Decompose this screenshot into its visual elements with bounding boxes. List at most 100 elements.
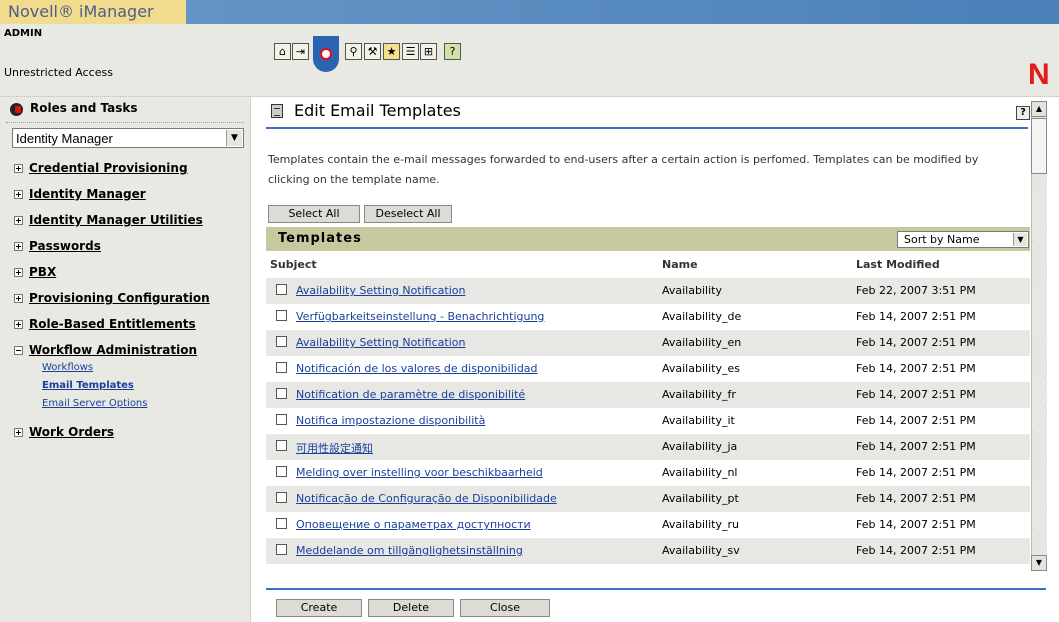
template-modified: Feb 14, 2007 2:51 PM — [856, 414, 976, 427]
template-name: Availability — [662, 284, 722, 297]
hierarchy-icon[interactable]: ⊞ — [420, 43, 437, 60]
table-row: Notificação de Configuração de Disponibi… — [266, 486, 1030, 512]
template-modified: Feb 14, 2007 2:51 PM — [856, 388, 976, 401]
row-checkbox[interactable] — [276, 440, 287, 451]
preferences-icon[interactable]: ☰ — [402, 43, 419, 60]
home-icon[interactable]: ⌂ — [274, 43, 291, 60]
sidebar-category-role-based-entitlements[interactable]: Role-Based Entitlements — [14, 316, 196, 332]
scroll-down-button[interactable]: ▼ — [1031, 555, 1047, 571]
favorites-icon[interactable]: ★ — [383, 43, 400, 60]
exit-icon[interactable]: ⇥ — [292, 43, 309, 60]
template-link[interactable]: 可用性設定通知 — [296, 440, 373, 456]
scrollbar-thumb[interactable] — [1031, 118, 1047, 174]
sidebar-category-identity-manager[interactable]: Identity Manager — [14, 186, 146, 202]
row-checkbox[interactable] — [276, 310, 287, 321]
template-link[interactable]: Notificación de los valores de disponibi… — [296, 362, 538, 375]
delete-button[interactable]: Delete — [368, 599, 454, 617]
configure-icon[interactable]: ⚒ — [364, 43, 381, 60]
sidebar-category-work-orders[interactable]: Work Orders — [14, 424, 114, 440]
expand-icon[interactable] — [14, 189, 23, 199]
intro-line: Templates contain the e-mail messages fo… — [268, 153, 979, 166]
table-row: Availability Setting Notification Availab… — [266, 278, 1030, 304]
select-all-button[interactable]: Select All — [268, 205, 360, 223]
table-row: Notifica impostazione disponibilità Avail… — [266, 408, 1030, 434]
row-checkbox[interactable] — [276, 414, 287, 425]
column-header-last-modified[interactable]: Last Modified — [856, 258, 940, 271]
intro-line: clicking on the template name. — [268, 173, 440, 186]
template-modified: Feb 14, 2007 2:51 PM — [856, 466, 976, 479]
column-header-name[interactable]: Name — [662, 258, 698, 271]
scroll-up-button[interactable]: ▲ — [1031, 101, 1047, 117]
expand-icon[interactable] — [14, 163, 23, 173]
user-name: ADMIN — [4, 28, 43, 39]
sidebar-category-pbx[interactable]: PBX — [14, 264, 56, 280]
table-row: Notification de paramètre de disponibili… — [266, 382, 1030, 408]
template-modified: Feb 22, 2007 3:51 PM — [856, 284, 976, 297]
template-link[interactable]: Оповещение о параметрах доступности — [296, 518, 531, 531]
template-icon — [271, 104, 283, 118]
role-select[interactable]: Identity Manager ▼ — [12, 128, 244, 148]
template-link[interactable]: Notification de paramètre de disponibili… — [296, 388, 525, 401]
sidebar-item-email-templates[interactable]: Email Templates — [42, 380, 134, 391]
template-name: Availability_sv — [662, 544, 740, 557]
sidebar-category-passwords[interactable]: Passwords — [14, 238, 101, 254]
template-link[interactable]: Meddelande om tillgänglighetsinställning — [296, 544, 523, 557]
close-button[interactable]: Close — [460, 599, 550, 617]
row-checkbox[interactable] — [276, 284, 287, 295]
template-link[interactable]: Availability Setting Notification — [296, 336, 465, 349]
bottom-divider — [266, 588, 1046, 590]
template-name: Availability_pt — [662, 492, 739, 505]
template-link[interactable]: Availability Setting Notification — [296, 284, 465, 297]
expand-icon[interactable] — [14, 427, 23, 437]
row-checkbox[interactable] — [276, 362, 287, 373]
row-checkbox[interactable] — [276, 492, 287, 503]
template-link[interactable]: Verfügbarkeitseinstellung - Benachrichti… — [296, 310, 544, 323]
help-icon[interactable]: ? — [444, 43, 461, 60]
template-modified: Feb 14, 2007 2:51 PM — [856, 310, 976, 323]
row-checkbox[interactable] — [276, 336, 287, 347]
expand-icon[interactable] — [14, 319, 23, 329]
brand-banner: Novell® iManager — [0, 0, 186, 25]
template-modified: Feb 14, 2007 2:51 PM — [856, 518, 976, 531]
expand-icon[interactable] — [14, 267, 23, 277]
view-objects-icon[interactable]: ⚲ — [345, 43, 362, 60]
sidebar-category-provisioning-configuration[interactable]: Provisioning Configuration — [14, 290, 210, 306]
expand-icon[interactable] — [14, 215, 23, 225]
template-link[interactable]: Notifica impostazione disponibilità — [296, 414, 485, 427]
template-name: Availability_nl — [662, 466, 738, 479]
template-link[interactable]: Notificação de Configuração de Disponibi… — [296, 492, 557, 505]
chevron-down-icon[interactable]: ▼ — [1013, 233, 1027, 246]
row-checkbox[interactable] — [276, 544, 287, 555]
sidebar-item-email-server-options[interactable]: Email Server Options — [42, 398, 147, 409]
row-checkbox[interactable] — [276, 466, 287, 477]
help-button[interactable]: ? — [1016, 106, 1030, 120]
sort-select-value: Sort by Name — [904, 233, 980, 246]
sidebar-item-workflows[interactable]: Workflows — [42, 362, 93, 373]
novell-logo: N — [1028, 58, 1050, 91]
templates-section-title: Templates — [278, 231, 362, 246]
row-checkbox[interactable] — [276, 518, 287, 529]
template-link[interactable]: Melding over instelling voor beschikbaar… — [296, 466, 543, 479]
row-checkbox[interactable] — [276, 388, 287, 399]
title-divider — [266, 127, 1028, 129]
sort-select[interactable]: Sort by Name ▼ — [897, 231, 1029, 248]
expand-icon[interactable] — [14, 241, 23, 251]
roles-tasks-icon[interactable] — [313, 36, 339, 72]
page-title: Edit Email Templates — [294, 101, 461, 120]
access-level: Unrestricted Access — [4, 66, 113, 79]
template-modified: Feb 14, 2007 2:51 PM — [856, 362, 976, 375]
template-name: Availability_de — [662, 310, 742, 323]
template-name: Availability_en — [662, 336, 742, 349]
sidebar-category-credential-provisioning[interactable]: Credential Provisioning — [14, 160, 188, 176]
app-brand: Novell® iManager — [8, 2, 154, 21]
expand-icon[interactable] — [14, 293, 23, 303]
chevron-down-icon[interactable]: ▼ — [226, 130, 242, 146]
deselect-all-button[interactable]: Deselect All — [364, 205, 452, 223]
create-button[interactable]: Create — [276, 599, 362, 617]
template-name: Availability_es — [662, 362, 740, 375]
sidebar-category-workflow-administration[interactable]: Workflow Administration — [14, 342, 197, 358]
collapse-icon[interactable] — [14, 345, 23, 355]
sidebar-category-identity-manager-utilities[interactable]: Identity Manager Utilities — [14, 212, 203, 228]
column-header-subject[interactable]: Subject — [270, 258, 317, 271]
table-row: 可用性設定通知 Availability_ja Feb 14, 2007 2:51 … — [266, 434, 1030, 460]
